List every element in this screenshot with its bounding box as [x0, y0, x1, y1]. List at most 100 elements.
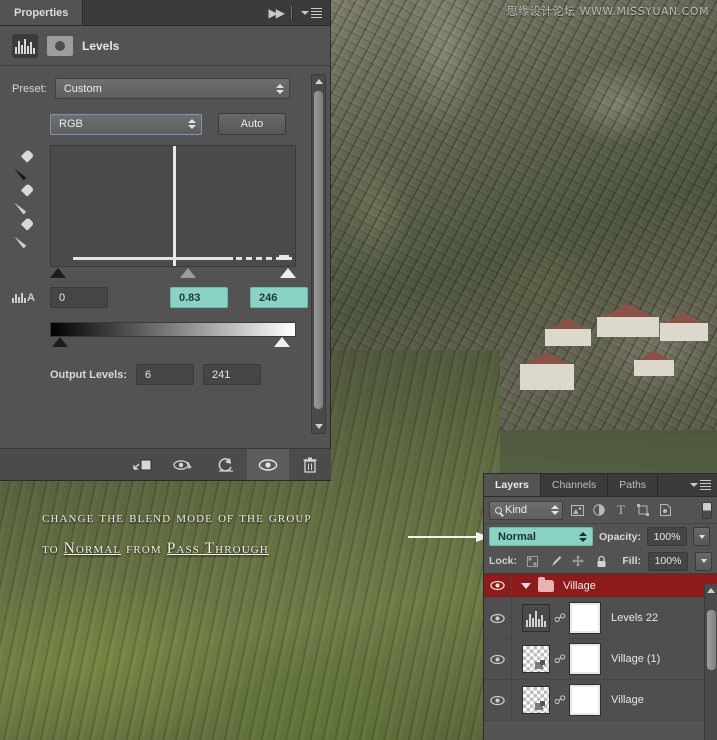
lock-position-icon[interactable] — [570, 553, 586, 569]
clipping-warning-icon: A — [12, 292, 50, 304]
tab-channels[interactable]: Channels — [541, 474, 609, 496]
histogram-display[interactable] — [50, 145, 296, 267]
layer-thumbnail-pixels[interactable] — [522, 645, 550, 673]
blend-mode-value: Normal — [498, 530, 536, 543]
tab-layers[interactable]: Layers — [484, 474, 541, 496]
link-mask-icon[interactable]: ☍ — [554, 652, 566, 666]
input-level-sliders — [50, 267, 296, 281]
output-white-field[interactable]: 241 — [203, 364, 262, 385]
folder-icon — [538, 576, 554, 592]
layer-list: Village ☍ Levels 22 ☍ Village (1) ☍ Vill… — [484, 574, 717, 721]
layer-visibility-toggle[interactable] — [484, 598, 512, 638]
link-mask-icon[interactable]: ☍ — [554, 693, 566, 707]
stepper-icon[interactable] — [551, 505, 559, 515]
blend-mode-select[interactable]: Normal — [489, 527, 593, 546]
fill-dropdown-icon[interactable] — [695, 551, 712, 571]
layer-row-village[interactable]: ☍ Village — [484, 680, 717, 721]
stepper-icon[interactable] — [188, 119, 196, 129]
collapse-to-icons-icon[interactable]: ▶▶ — [269, 6, 286, 20]
output-black-slider[interactable] — [52, 337, 68, 347]
preset-value: Custom — [63, 82, 102, 95]
filter-kind-select[interactable]: Kind — [489, 500, 563, 520]
tab-properties[interactable]: Properties — [0, 0, 84, 25]
tab-paths[interactable]: Paths — [608, 474, 659, 496]
layers-panel-menu-icon[interactable] — [690, 480, 711, 490]
layer-row-village-1[interactable]: ☍ Village (1) — [484, 639, 717, 680]
layer-visibility-toggle[interactable] — [484, 680, 512, 720]
channel-value: RGB — [59, 118, 83, 130]
levels-adjustment-icon[interactable] — [12, 33, 38, 58]
layer-mask-thumbnail[interactable] — [569, 684, 601, 716]
lock-all-icon[interactable] — [593, 553, 609, 569]
fill-value[interactable]: 100% — [648, 551, 688, 571]
lock-transparent-pixels-icon[interactable] — [524, 553, 540, 569]
layer-mask-thumbnail[interactable] — [569, 643, 601, 675]
channel-row: RGB Auto — [12, 113, 318, 135]
properties-tab-bar: Properties ▶▶ — [0, 0, 330, 26]
search-icon — [495, 506, 502, 514]
highlight-input-field[interactable]: 246 — [250, 287, 308, 308]
page-title: Levels — [82, 38, 120, 53]
layers-scrollbar[interactable] — [704, 584, 717, 740]
toggle-layer-visibility-icon[interactable] — [247, 449, 289, 480]
set-black-point-eyedropper[interactable] — [12, 149, 35, 171]
layer-mask-thumbnail[interactable] — [569, 602, 601, 634]
channel-select[interactable]: RGB — [50, 113, 202, 135]
panel-menu-icon[interactable] — [301, 7, 322, 18]
scrollbar-thumb[interactable] — [314, 91, 323, 409]
auto-button[interactable]: Auto — [218, 113, 286, 135]
eyedropper-group — [12, 145, 50, 267]
properties-scrollbar[interactable] — [311, 74, 326, 434]
filter-adjustment-layers-icon[interactable] — [591, 502, 607, 518]
highlight-input-slider[interactable] — [280, 268, 296, 278]
group-disclosure-triangle-icon[interactable] — [521, 582, 531, 589]
lock-image-pixels-icon[interactable] — [547, 553, 563, 569]
delete-adjustment-layer-icon[interactable] — [289, 449, 331, 480]
filter-type-layers-icon[interactable]: T — [613, 502, 629, 518]
preset-select[interactable]: Custom — [54, 78, 290, 99]
group-visibility-toggle[interactable] — [484, 574, 512, 597]
scroll-up-icon[interactable] — [707, 588, 715, 593]
opacity-value[interactable]: 100% — [647, 527, 688, 546]
set-gray-point-eyedropper[interactable] — [12, 183, 35, 205]
midtone-input-field[interactable]: 0.83 — [170, 287, 228, 308]
histogram-spike — [173, 146, 176, 266]
properties-panel: Properties ▶▶ Levels Preset: Custom RGB … — [0, 0, 331, 481]
layer-mask-icon[interactable] — [47, 35, 73, 56]
layer-row-levels-22[interactable]: ☍ Levels 22 — [484, 598, 717, 639]
view-previous-state-icon[interactable] — [163, 449, 205, 480]
shadow-input-slider[interactable] — [50, 268, 66, 278]
opacity-dropdown-icon[interactable] — [693, 527, 711, 546]
preset-row: Preset: Custom — [12, 78, 318, 99]
photo-house — [634, 350, 674, 376]
scrollbar-thumb[interactable] — [707, 610, 716, 670]
layer-thumbnail-pixels[interactable] — [522, 686, 550, 714]
histogram-highlight-peak — [279, 255, 289, 260]
filter-pixel-layers-icon[interactable] — [569, 502, 585, 518]
annotation-emphasis-pass-through: Pass Through — [166, 540, 269, 557]
output-levels-row: Output Levels: 6 241 — [50, 364, 318, 385]
output-level-sliders — [50, 337, 298, 350]
eye-icon — [490, 654, 505, 665]
clip-to-layer-icon[interactable] — [121, 449, 163, 480]
photo-house — [597, 304, 659, 337]
annotation-line-1: change the blend mode of the group — [42, 509, 312, 526]
filter-smart-object-layers-icon[interactable] — [657, 502, 673, 518]
filter-enable-toggle[interactable] — [702, 501, 712, 519]
stepper-icon[interactable] — [579, 531, 587, 542]
layer-group-row-village[interactable]: Village — [484, 574, 717, 598]
reset-adjustment-icon[interactable] — [205, 449, 247, 480]
set-white-point-eyedropper[interactable] — [12, 217, 35, 239]
filter-shape-layers-icon[interactable] — [635, 502, 651, 518]
photo-house — [660, 312, 708, 341]
output-black-field[interactable]: 6 — [136, 364, 195, 385]
layer-thumbnail-adjustment[interactable] — [522, 604, 550, 632]
scroll-down-icon[interactable] — [315, 424, 323, 429]
scroll-up-icon[interactable] — [315, 79, 323, 84]
layer-visibility-toggle[interactable] — [484, 639, 512, 679]
output-white-slider[interactable] — [274, 337, 290, 347]
shadow-input-field[interactable]: 0 — [50, 287, 108, 308]
midtone-input-slider[interactable] — [180, 268, 196, 278]
link-mask-icon[interactable]: ☍ — [554, 611, 566, 625]
stepper-icon[interactable] — [275, 83, 284, 94]
